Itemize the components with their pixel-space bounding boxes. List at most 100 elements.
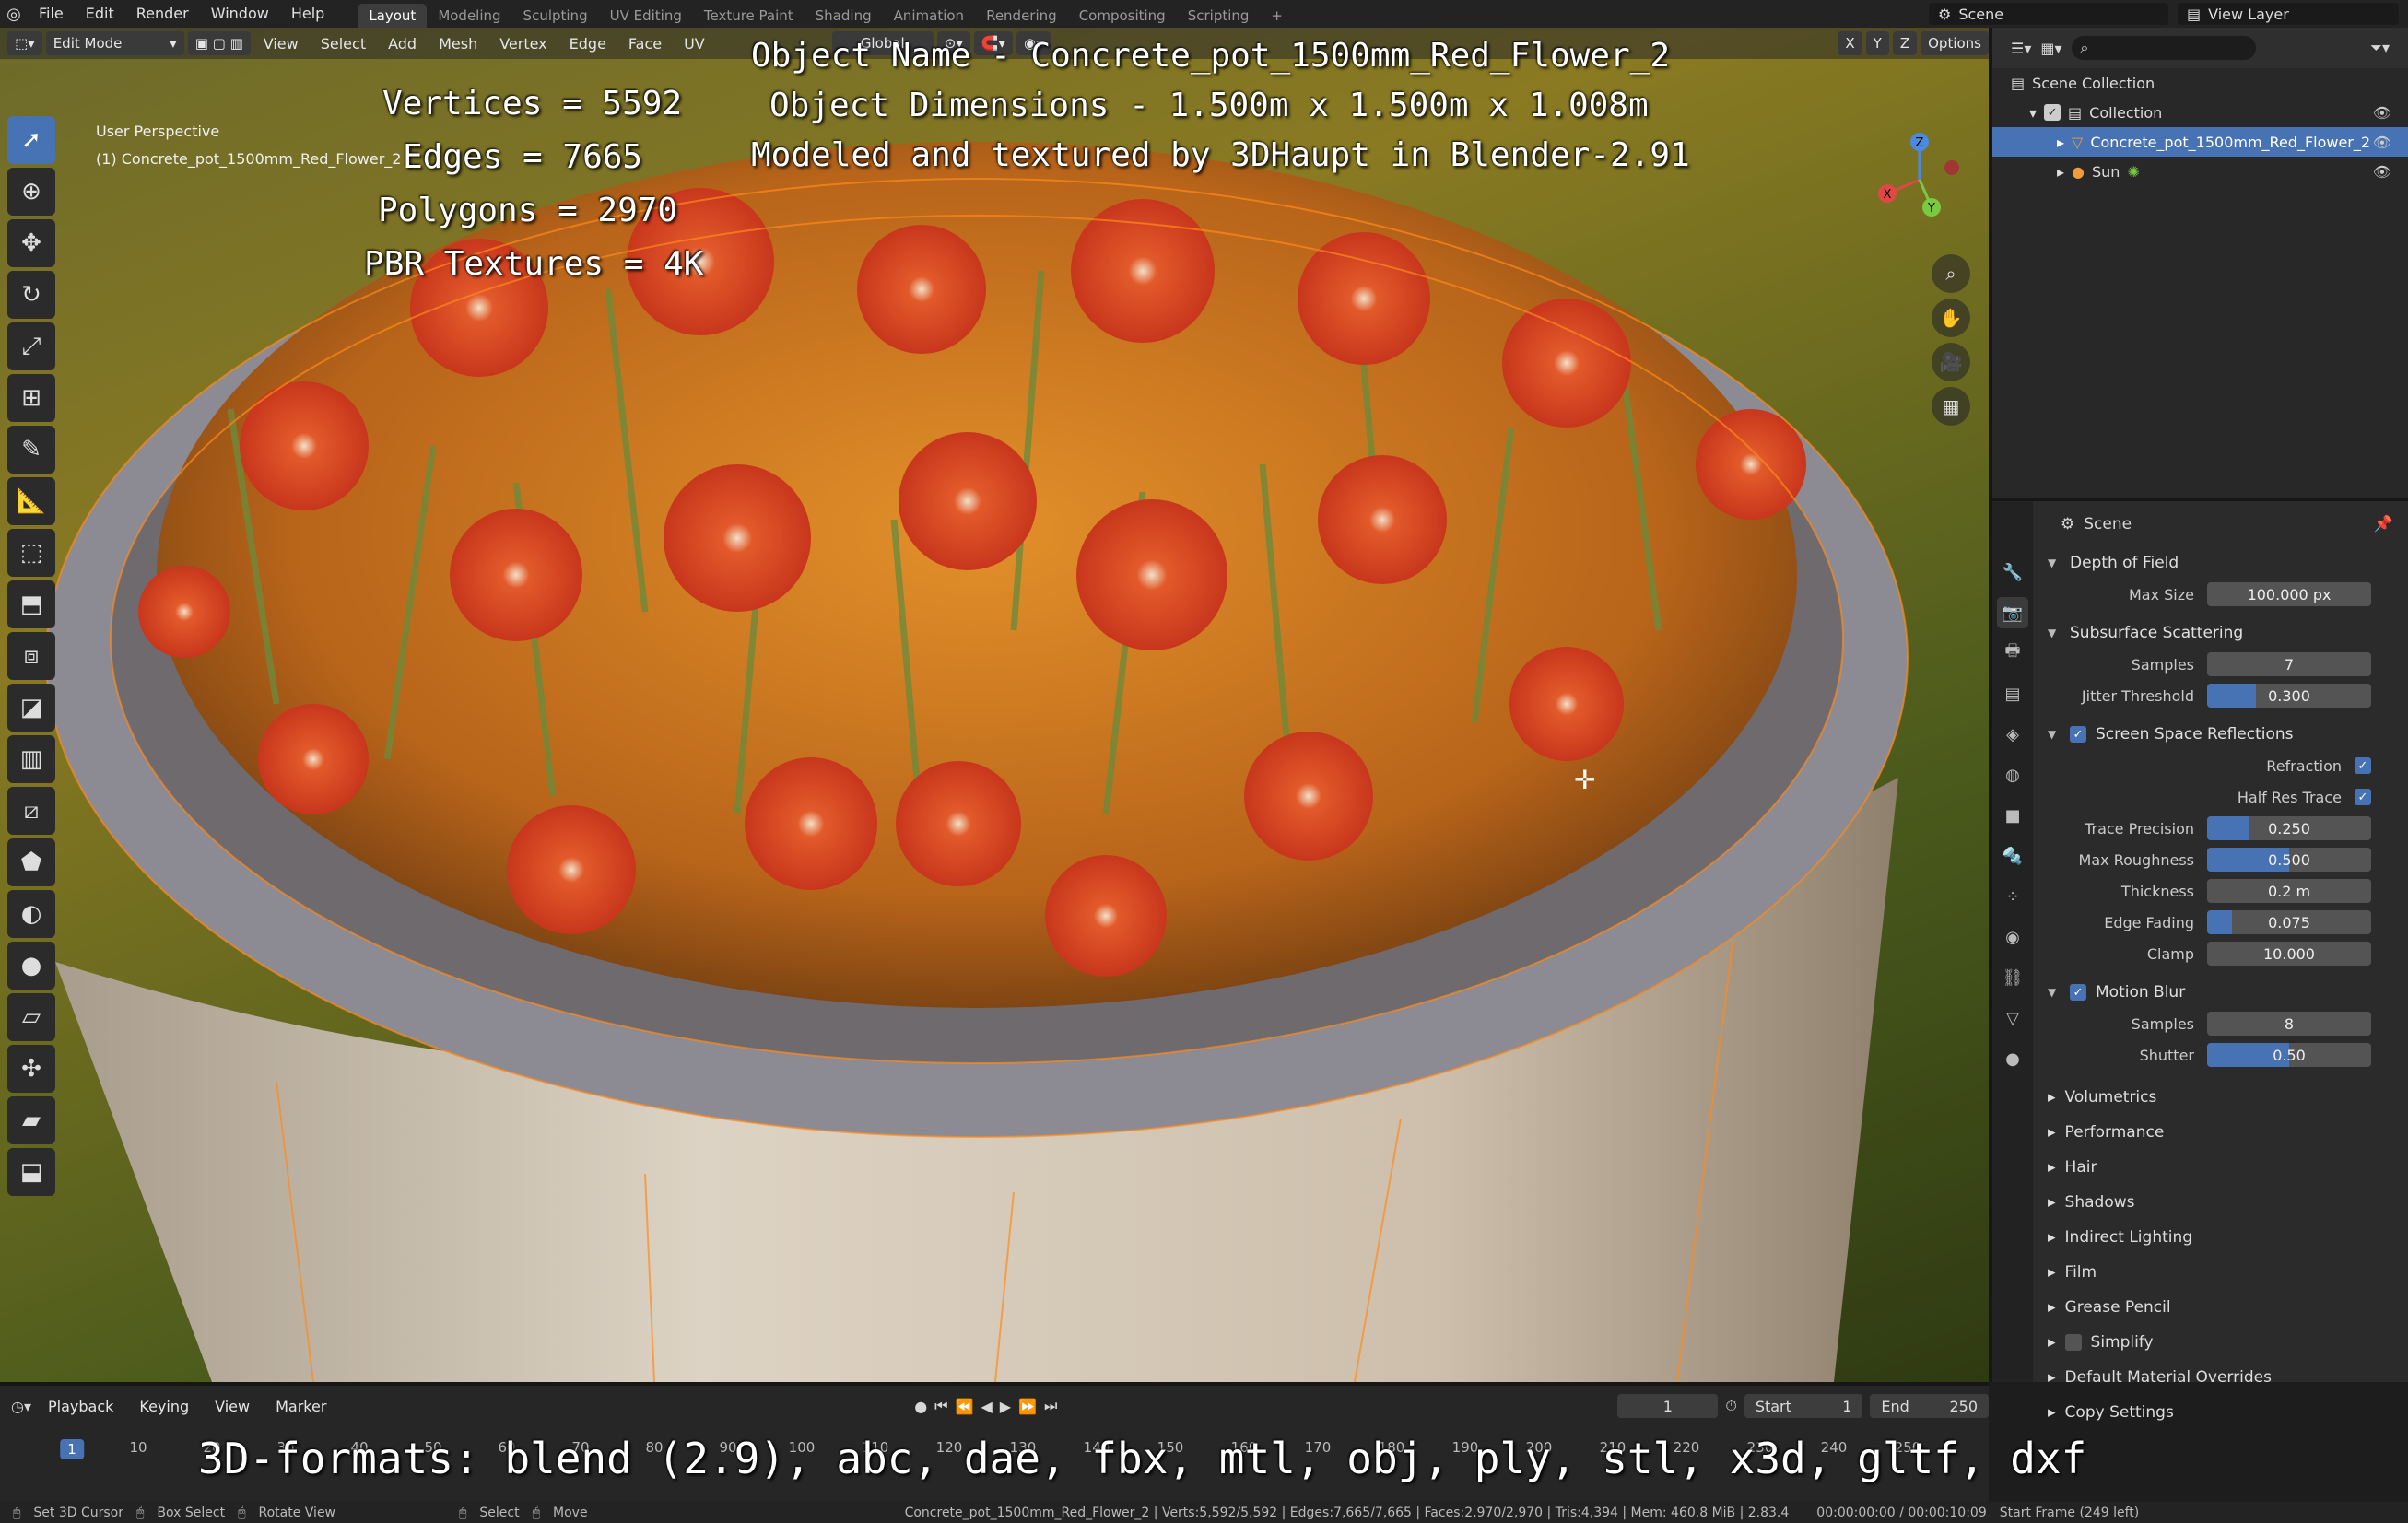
expand-icon[interactable]: ▸ xyxy=(2057,134,2064,151)
menu-uv[interactable]: UV xyxy=(675,35,714,53)
eye-icon[interactable]: 👁 xyxy=(2373,104,2391,122)
stopwatch-icon[interactable]: ⏱ xyxy=(1725,1397,1736,1415)
sss-samples-field[interactable]: 7 xyxy=(2207,652,2371,676)
jitter-slider[interactable]: 0.300 xyxy=(2207,684,2371,708)
cursor-tool-icon[interactable]: ⊕ xyxy=(7,168,55,216)
ortho-grid-icon[interactable]: ▦ xyxy=(1932,387,1970,426)
timeline-view-menu[interactable]: View xyxy=(206,1398,259,1415)
tab-scripting[interactable]: Scripting xyxy=(1177,4,1261,28)
menu-view[interactable]: View xyxy=(254,35,308,53)
hair-section[interactable]: ▸ Hair xyxy=(2033,1150,2408,1185)
menu-edge[interactable]: Edge xyxy=(560,35,616,53)
mirror-z[interactable]: Z xyxy=(1892,31,1918,55)
output-tab-icon[interactable]: 🖶 xyxy=(1997,638,2028,669)
mode-selector[interactable]: Edit Mode ▾ xyxy=(45,31,184,55)
start-frame-field[interactable]: Start 1 xyxy=(1744,1394,1863,1418)
shrink-tool-icon[interactable]: ✣ xyxy=(7,1045,55,1093)
scene-selector[interactable]: ⚙ Scene xyxy=(1929,3,2168,25)
menu-vertex[interactable]: Vertex xyxy=(490,35,556,53)
rip-tool-icon[interactable]: ⬓ xyxy=(7,1148,55,1196)
navigation-gizmo[interactable]: X Y Z xyxy=(1869,129,1970,230)
mirror-x[interactable]: X xyxy=(1838,31,1862,55)
simplify-checkbox[interactable] xyxy=(2064,1334,2082,1351)
render-tab-icon[interactable]: 📷 xyxy=(1997,597,2028,628)
particles-tab-icon[interactable]: ⁘ xyxy=(1997,881,2028,912)
tab-rendering[interactable]: Rendering xyxy=(975,4,1068,28)
dof-section-header[interactable]: ▼ Depth of Field xyxy=(2033,547,2408,579)
eye-icon[interactable]: 👁 xyxy=(2373,163,2391,181)
mirror-y[interactable]: Y xyxy=(1865,31,1889,55)
collection-checkbox[interactable]: ✓ xyxy=(2044,104,2061,121)
next-key-icon[interactable]: ⏩ xyxy=(1018,1398,1037,1415)
expand-icon[interactable]: ▾ xyxy=(2029,104,2037,122)
menu-select[interactable]: Select xyxy=(311,35,375,53)
keying-menu[interactable]: Keying xyxy=(130,1398,198,1415)
editor-type-button[interactable]: ⬚▾ xyxy=(7,31,42,55)
shear-tool-icon[interactable]: ▰ xyxy=(7,1096,55,1144)
roughness-slider[interactable]: 0.500 xyxy=(2207,848,2371,872)
scale-tool-icon[interactable]: ⤢ xyxy=(7,322,55,370)
add-workspace-button[interactable]: + xyxy=(1260,4,1294,28)
mb-samples-field[interactable]: 8 xyxy=(2207,1012,2371,1036)
tab-layout[interactable]: Layout xyxy=(358,4,428,28)
current-frame-field[interactable]: 1 xyxy=(1617,1394,1719,1418)
record-icon[interactable]: ● xyxy=(914,1398,927,1415)
select-box-tool-icon[interactable]: ➚ xyxy=(7,116,55,164)
extrude-tool-icon[interactable]: ⬒ xyxy=(7,580,55,628)
sss-section-header[interactable]: ▼ Subsurface Scattering xyxy=(2033,617,2408,649)
play-reverse-icon[interactable]: ◀ xyxy=(981,1398,992,1415)
3d-viewport[interactable]: ⬚▾ Edit Mode ▾ ▣ ▢ ▥ View Select Add Mesh… xyxy=(0,28,1989,1382)
knife-tool-icon[interactable]: ⧄ xyxy=(7,787,55,835)
material-tab-icon[interactable]: ● xyxy=(1997,1043,2028,1074)
max-size-field[interactable]: 100.000 px xyxy=(2207,582,2371,606)
edge-fading-slider[interactable]: 0.075 xyxy=(2207,910,2371,934)
material-overrides-section[interactable]: ▸ Default Material Overrides xyxy=(2033,1360,2408,1395)
copy-settings-section[interactable]: ▸ Copy Settings xyxy=(2033,1395,2408,1430)
motion-blur-checkbox[interactable]: ✓ xyxy=(2070,984,2086,1001)
expand-icon[interactable]: ▸ xyxy=(2057,163,2064,181)
menu-window[interactable]: Window xyxy=(200,0,280,28)
shutter-slider[interactable]: 0.50 xyxy=(2207,1043,2371,1067)
select-mode-buttons[interactable]: ▣ ▢ ▥ xyxy=(187,31,251,55)
rotate-tool-icon[interactable]: ↻ xyxy=(7,271,55,319)
clamp-field[interactable]: 10.000 xyxy=(2207,942,2371,966)
prev-key-icon[interactable]: ⏪ xyxy=(956,1398,974,1415)
simplify-section[interactable]: ▸ Simplify xyxy=(2033,1325,2408,1360)
inset-tool-icon[interactable]: ⧈ xyxy=(7,632,55,680)
tab-modeling[interactable]: Modeling xyxy=(427,4,511,28)
tab-uv-editing[interactable]: UV Editing xyxy=(599,4,693,28)
tab-animation[interactable]: Animation xyxy=(883,4,975,28)
pan-hand-icon[interactable]: ✋ xyxy=(1932,299,1970,337)
grease-pencil-section[interactable]: ▸ Grease Pencil xyxy=(2033,1290,2408,1325)
scene-tab-icon[interactable]: ◈ xyxy=(1997,719,2028,750)
indirect-lighting-section[interactable]: ▸ Indirect Lighting xyxy=(2033,1220,2408,1255)
menu-render[interactable]: Render xyxy=(125,0,200,28)
tab-shading[interactable]: Shading xyxy=(805,4,883,28)
ssr-checkbox[interactable]: ✓ xyxy=(2070,726,2086,743)
move-tool-icon[interactable]: ✥ xyxy=(7,219,55,267)
menu-help[interactable]: Help xyxy=(280,0,335,28)
physics-tab-icon[interactable]: ◉ xyxy=(1997,921,2028,953)
camera-view-icon[interactable]: 🎥 xyxy=(1932,343,1970,381)
constraints-tab-icon[interactable]: ⛓ xyxy=(1997,962,2028,993)
transform-tool-icon[interactable]: ⊞ xyxy=(7,374,55,422)
marker-menu[interactable]: Marker xyxy=(266,1398,335,1415)
film-section[interactable]: ▸ Film xyxy=(2033,1255,2408,1290)
view-layer-selector[interactable]: ▤ View Layer xyxy=(2178,3,2399,25)
menu-face[interactable]: Face xyxy=(619,35,671,53)
play-icon[interactable]: ▶ xyxy=(1000,1398,1011,1415)
blender-logo-icon[interactable]: ◎ xyxy=(0,0,28,28)
pin-icon[interactable]: 📌 xyxy=(2374,515,2393,533)
annotate-tool-icon[interactable]: ✎ xyxy=(7,426,55,474)
timeline-editor-icon[interactable]: ◷▾ xyxy=(11,1398,31,1415)
tool-tab-icon[interactable]: 🔧 xyxy=(1997,556,2028,588)
eye-icon[interactable]: 👁 xyxy=(2373,134,2391,151)
outliner-editor-icon[interactable]: ☰▾ xyxy=(2011,40,2031,57)
sun-row[interactable]: ▸ ● Sun ✺ 👁 xyxy=(1992,157,2408,186)
spin-tool-icon[interactable]: ◐ xyxy=(7,890,55,938)
jump-end-icon[interactable]: ⏭ xyxy=(1044,1397,1057,1415)
filter-icon[interactable]: ⏷▾ xyxy=(2370,39,2390,57)
outliner-search-input[interactable]: ⌕ xyxy=(2071,36,2256,60)
display-mode-icon[interactable]: ▦▾ xyxy=(2040,40,2061,57)
world-tab-icon[interactable]: ◍ xyxy=(1997,759,2028,791)
